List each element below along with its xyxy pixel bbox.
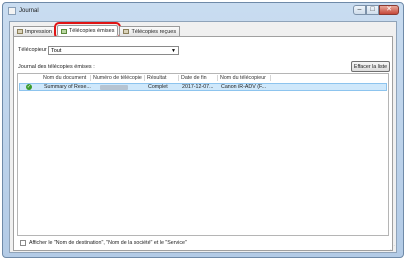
tab-telecopies-recues[interactable]: Télécopies reçues bbox=[119, 26, 181, 36]
journal-label: Journal des télécopies émises : bbox=[18, 64, 95, 70]
window-title: Journal bbox=[19, 8, 39, 14]
clear-list-button[interactable]: Effacer la liste bbox=[351, 61, 390, 72]
column-header[interactable]: Nom du document bbox=[43, 75, 86, 81]
show-details-label: Afficher le "Nom de destination", "Nom d… bbox=[29, 240, 187, 246]
maximize-button[interactable]: □ bbox=[366, 5, 379, 15]
list-header: Nom du document Numéro de télécopie Résu… bbox=[18, 74, 388, 82]
show-details-checkbox[interactable] bbox=[20, 240, 26, 246]
fax-sent-icon bbox=[60, 28, 67, 34]
column-separator bbox=[144, 75, 145, 81]
tab-label: Télécopies émises bbox=[68, 28, 115, 34]
printer-icon bbox=[17, 29, 23, 34]
column-header[interactable]: Résultat bbox=[147, 75, 166, 81]
tab-label: Impression bbox=[25, 28, 52, 35]
table-row[interactable]: ✓ Summary of Rese... Complet 2017-12-07.… bbox=[19, 83, 387, 91]
app-icon bbox=[8, 7, 16, 15]
tab-label: Télécopies reçues bbox=[131, 28, 177, 35]
row-document-name: Summary of Rese... bbox=[44, 84, 91, 90]
column-separator bbox=[178, 75, 179, 81]
tab-telecopies-emises[interactable]: Télécopies émises bbox=[53, 22, 122, 39]
fax-filter-label: Télécopieur : bbox=[18, 47, 50, 53]
column-header[interactable]: Numéro de télécopie bbox=[93, 75, 142, 81]
tab-panel: Télécopieur : Tout ▼ Journal des télécop… bbox=[13, 36, 393, 251]
resize-grip-icon[interactable]: ⋰ bbox=[390, 245, 395, 251]
minimize-button[interactable]: – bbox=[353, 5, 366, 15]
column-header[interactable]: Nom du télécopieur bbox=[220, 75, 266, 81]
fax-filter-value: Tout bbox=[51, 48, 62, 54]
column-separator bbox=[90, 75, 91, 81]
window-controls: – □ ✕ bbox=[353, 5, 399, 15]
title-bar: Journal – □ ✕ bbox=[3, 3, 403, 21]
show-details-option[interactable]: Afficher le "Nom de destination", "Nom d… bbox=[20, 240, 187, 246]
row-fax-name: Canon iR-ADV (F... bbox=[221, 84, 267, 90]
client-area: Impression Télécopies émises Télécopies … bbox=[9, 21, 397, 253]
fax-number-redacted bbox=[100, 85, 128, 90]
row-result: Complet bbox=[148, 84, 168, 90]
tab-impression[interactable]: Impression bbox=[13, 26, 56, 36]
column-separator bbox=[270, 75, 271, 81]
row-end-date: 2017-12-07... bbox=[182, 84, 214, 90]
sent-fax-list[interactable]: Nom du document Numéro de télécopie Résu… bbox=[17, 73, 389, 236]
success-check-icon: ✓ bbox=[26, 84, 32, 90]
journal-window: Journal – □ ✕ Impression Télécopies émis… bbox=[2, 2, 404, 258]
column-separator bbox=[217, 75, 218, 81]
tab-strip: Impression Télécopies émises Télécopies … bbox=[13, 22, 181, 39]
dropdown-arrow-icon: ▼ bbox=[171, 48, 176, 54]
column-header[interactable]: Date de fin bbox=[181, 75, 207, 81]
fax-filter-select[interactable]: Tout ▼ bbox=[48, 46, 179, 55]
close-button[interactable]: ✕ bbox=[379, 5, 399, 15]
fax-received-icon bbox=[123, 29, 130, 34]
